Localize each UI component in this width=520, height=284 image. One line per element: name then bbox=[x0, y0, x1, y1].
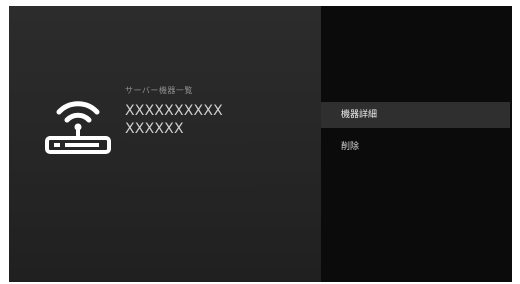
server-info-panel: サーバー機器一覧 XXXXXXXXXX XXXXXX bbox=[9, 6, 321, 282]
tv-screen: サーバー機器一覧 XXXXXXXXXX XXXXXX 機器詳細 削除 bbox=[9, 6, 512, 282]
server-info: サーバー機器一覧 XXXXXXXXXX XXXXXX bbox=[125, 86, 223, 138]
device-name-line-1: XXXXXXXXXX bbox=[125, 103, 223, 119]
menu-item-delete[interactable]: 削除 bbox=[321, 134, 510, 160]
device-name-line-2: XXXXXX bbox=[125, 121, 184, 137]
list-heading: サーバー機器一覧 bbox=[125, 86, 193, 95]
router-wifi-icon bbox=[45, 92, 111, 154]
action-menu-panel: 機器詳細 削除 bbox=[321, 6, 512, 282]
action-menu: 機器詳細 削除 bbox=[321, 102, 512, 160]
menu-item-device-details[interactable]: 機器詳細 bbox=[321, 102, 510, 128]
